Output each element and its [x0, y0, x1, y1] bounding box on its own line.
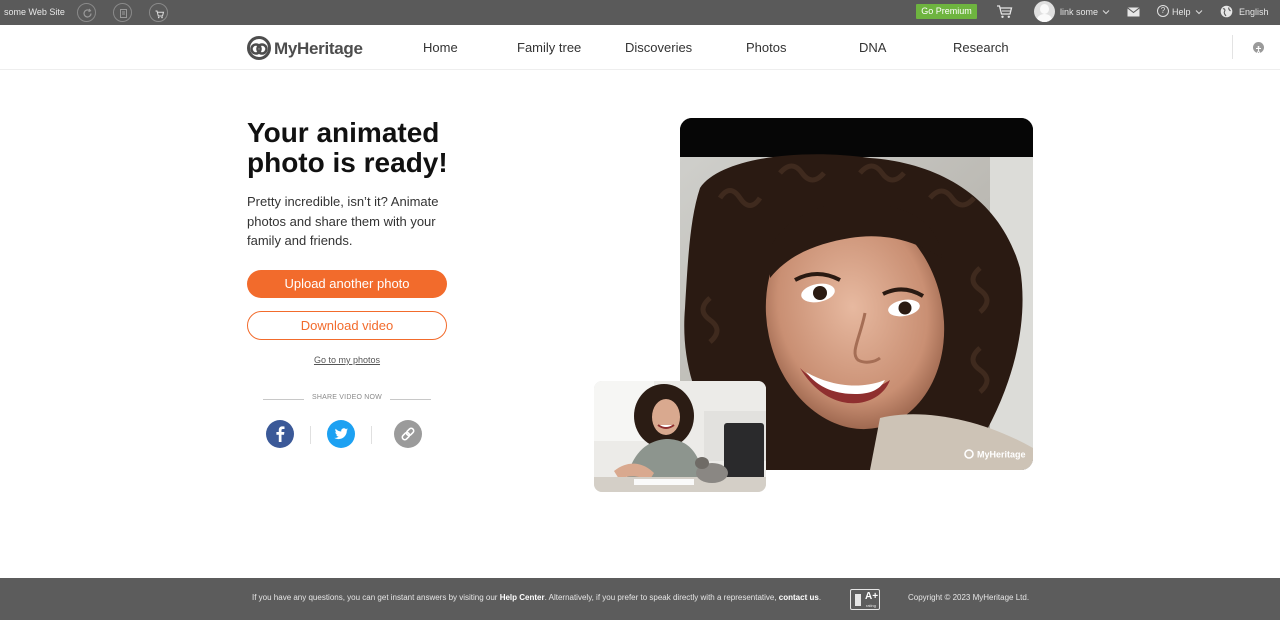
- facebook-icon: [266, 420, 294, 448]
- twitter-share-button[interactable]: [327, 420, 355, 448]
- copyright: Copyright © 2023 MyHeritage Ltd.: [908, 593, 1030, 602]
- refresh-icon[interactable]: [77, 3, 96, 22]
- watermark-text: MyHeritage: [977, 450, 1026, 460]
- download-video-button[interactable]: Download video: [247, 311, 447, 340]
- nav-home[interactable]: Home: [423, 40, 458, 55]
- cart-icon[interactable]: [996, 4, 1013, 21]
- footer: If you have any questions, you can get i…: [0, 578, 1280, 620]
- site-name[interactable]: some Web Site: [4, 7, 65, 17]
- user-name[interactable]: link some: [1060, 7, 1098, 17]
- nav-photos[interactable]: Photos: [746, 40, 786, 55]
- copy-link-button[interactable]: [394, 420, 422, 448]
- nav-family-tree[interactable]: Family tree: [517, 40, 581, 55]
- divider: [310, 426, 311, 444]
- nav-discoveries[interactable]: Discoveries: [625, 40, 692, 55]
- logo-icon: [247, 36, 271, 60]
- footer-text: If you have any questions, you can get i…: [252, 593, 821, 602]
- thumbnail-image: [594, 381, 766, 492]
- logo-text: MyHeritage: [274, 39, 363, 58]
- mail-icon[interactable]: [1127, 7, 1140, 19]
- footer-text-end: .: [818, 593, 822, 602]
- help-menu[interactable]: Help: [1172, 7, 1191, 17]
- nav-dna[interactable]: DNA: [859, 40, 886, 55]
- go-to-my-photos-link[interactable]: Go to my photos: [247, 355, 447, 365]
- twitter-icon: [327, 420, 355, 448]
- chevron-down-icon[interactable]: [1102, 7, 1110, 17]
- help-center-link[interactable]: Help Center: [500, 593, 545, 602]
- title-line-2: photo is ready!: [247, 147, 448, 178]
- hero-description: Pretty incredible, isn’t it? Animate pho…: [247, 194, 439, 248]
- basket-icon[interactable]: [149, 3, 168, 22]
- nav-research[interactable]: Research: [953, 40, 1009, 55]
- link-icon: [394, 420, 422, 448]
- nav-divider: [1232, 35, 1233, 59]
- bbb-rating-badge[interactable]: A+ rating: [850, 589, 880, 610]
- page-title: Your animated photo is ready!: [247, 118, 487, 178]
- language-selector[interactable]: English: [1239, 7, 1269, 17]
- footer-text-start: If you have any questions, you can get i…: [252, 593, 500, 602]
- divider: [390, 399, 431, 400]
- bbb-logo-icon: [855, 594, 861, 606]
- globe-icon[interactable]: [1220, 5, 1233, 20]
- top-utility-bar: some Web Site Go Premium link some ? Hel…: [0, 0, 1280, 25]
- document-icon[interactable]: [113, 3, 132, 22]
- divider: [371, 426, 372, 444]
- upload-another-photo-button[interactable]: Upload another photo: [247, 270, 447, 298]
- bbb-rating-label: rating: [866, 603, 877, 608]
- avatar[interactable]: [1034, 1, 1055, 22]
- accessibility-icon[interactable]: [1253, 42, 1264, 54]
- help-icon[interactable]: ?: [1157, 5, 1169, 17]
- contact-us-link[interactable]: contact us: [779, 593, 819, 602]
- title-line-1: Your animated: [247, 117, 440, 148]
- original-photo-thumbnail[interactable]: [594, 381, 766, 492]
- footer-text-middle: . Alternatively, if you prefer to speak …: [544, 593, 779, 602]
- chevron-down-icon[interactable]: [1195, 7, 1203, 17]
- facebook-share-button[interactable]: [266, 420, 294, 448]
- main-navigation: MyHeritage Home Family tree Discoveries …: [0, 25, 1280, 70]
- go-premium-button[interactable]: Go Premium: [916, 4, 977, 19]
- bbb-rating: A+: [865, 591, 879, 602]
